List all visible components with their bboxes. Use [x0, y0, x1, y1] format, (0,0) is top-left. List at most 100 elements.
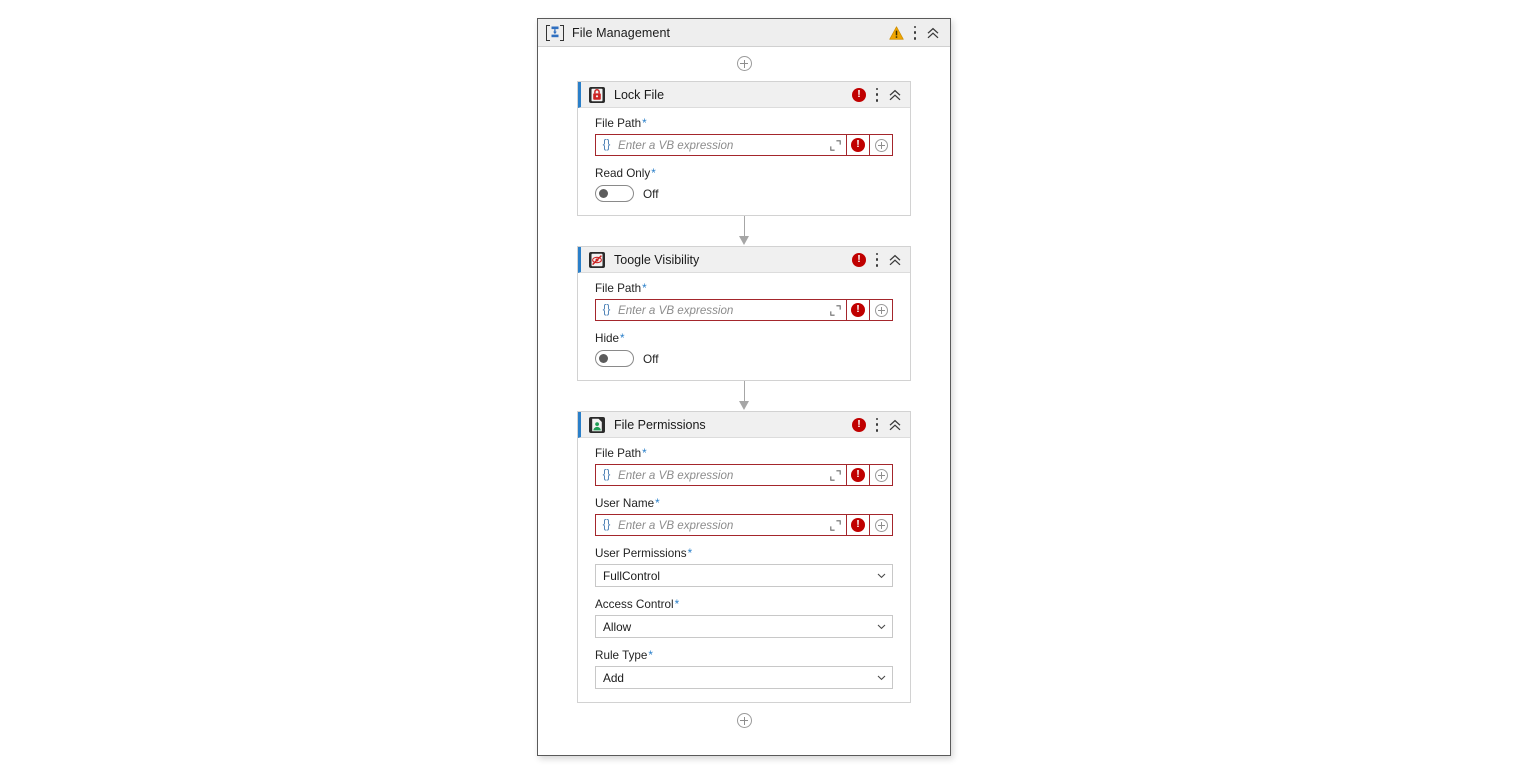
activity-title: Toogle Visibility — [614, 252, 700, 267]
flow-connector — [739, 216, 749, 246]
add-activity-bottom-button[interactable] — [736, 713, 752, 728]
field-label: Hide* — [595, 332, 893, 345]
expression-input-file-path[interactable]: {} Enter a VB expression ! — [595, 299, 893, 321]
expand-editor-icon[interactable] — [824, 135, 846, 155]
toggle-hide[interactable] — [595, 350, 634, 367]
toggle-row: Off — [595, 185, 893, 202]
field-read-only: Read Only* Off — [595, 167, 893, 202]
error-badge-icon[interactable]: ! — [852, 87, 866, 102]
field-hide: Hide* Off — [595, 332, 893, 367]
activity-card-lock-file[interactable]: Lock File ! File Path* {} Enter a VB exp… — [577, 81, 911, 216]
required-marker: * — [655, 497, 660, 510]
select-rule-type[interactable]: Add — [595, 666, 893, 689]
error-badge-icon[interactable]: ! — [851, 303, 865, 317]
sequence-container: File Management Lock File ! File Path* {… — [537, 18, 951, 756]
expression-brace-icon: {} — [602, 304, 611, 316]
activity-header[interactable]: File Permissions ! — [578, 412, 910, 438]
field-label-text: User Permissions — [595, 547, 687, 560]
field-label-text: Access Control — [595, 598, 674, 611]
add-value-button[interactable] — [870, 300, 892, 320]
expression-placeholder-text[interactable]: Enter a VB expression — [617, 465, 824, 485]
expression-placeholder-text[interactable]: Enter a VB expression — [617, 515, 824, 535]
error-badge-icon[interactable]: ! — [852, 252, 866, 267]
double-chevron-up-icon[interactable] — [888, 253, 902, 267]
warning-triangle-icon[interactable] — [889, 25, 904, 40]
required-marker: * — [648, 649, 653, 662]
add-value-button[interactable] — [870, 135, 892, 155]
field-label-text: Rule Type — [595, 649, 648, 662]
activity-card-toogle-visibility[interactable]: Toogle Visibility ! File Path* {} Enter … — [577, 246, 911, 381]
kebab-menu-icon[interactable] — [913, 25, 917, 40]
expand-editor-icon[interactable] — [824, 300, 846, 320]
page-title: File Management — [572, 25, 671, 40]
toggle-state-label: Off — [643, 186, 659, 201]
required-marker: * — [642, 117, 647, 130]
double-chevron-up-icon[interactable] — [888, 88, 902, 102]
field-label: Read Only* — [595, 167, 893, 180]
add-value-button[interactable] — [870, 515, 892, 535]
expression-placeholder-text[interactable]: Enter a VB expression — [617, 300, 824, 320]
kebab-menu-icon[interactable] — [875, 417, 879, 432]
required-marker: * — [620, 332, 625, 345]
expression-brace-icon: {} — [602, 519, 611, 531]
expression-placeholder-text[interactable]: Enter a VB expression — [617, 135, 824, 155]
field-label: File Path* — [595, 447, 893, 460]
kebab-menu-icon[interactable] — [875, 252, 879, 267]
sequence-header[interactable]: File Management — [538, 19, 950, 47]
expand-editor-icon[interactable] — [824, 465, 846, 485]
select-access-control[interactable]: Allow — [595, 615, 893, 638]
field-label: Access Control* — [595, 598, 893, 611]
lock-file-icon — [589, 86, 605, 103]
select-user-permissions[interactable]: FullControl — [595, 564, 893, 587]
chevron-down-icon[interactable] — [877, 622, 886, 631]
activity-header[interactable]: Toogle Visibility ! — [578, 247, 910, 273]
field-label: File Path* — [595, 117, 893, 130]
error-badge-icon[interactable]: ! — [851, 518, 865, 532]
chevron-down-icon[interactable] — [877, 571, 886, 580]
expression-input-user-name[interactable]: {} Enter a VB expression ! — [595, 514, 893, 536]
field-error-icon[interactable]: ! — [847, 515, 869, 535]
required-marker: * — [674, 598, 680, 611]
required-marker: * — [642, 447, 647, 460]
error-badge-icon[interactable]: ! — [851, 138, 865, 152]
double-chevron-up-icon[interactable] — [888, 418, 902, 432]
activity-title: File Permissions — [614, 417, 706, 432]
field-file-path: File Path* {} Enter a VB expression ! — [595, 117, 893, 156]
add-value-button[interactable] — [870, 465, 892, 485]
chevron-down-icon[interactable] — [877, 673, 886, 682]
field-user-permissions: User Permissions* FullControl — [595, 547, 893, 587]
field-error-icon[interactable]: ! — [847, 465, 869, 485]
field-label: File Path* — [595, 282, 893, 295]
add-activity-top-button[interactable] — [736, 56, 752, 71]
field-label-text: File Path — [595, 282, 642, 295]
toggle-read-only[interactable] — [595, 185, 634, 202]
field-rule-type: Rule Type* Add — [595, 649, 893, 689]
expression-brace-icon: {} — [602, 469, 611, 481]
activity-header[interactable]: Lock File ! — [578, 82, 910, 108]
select-value: Add — [603, 670, 624, 685]
expression-input-file-path[interactable]: {} Enter a VB expression ! — [595, 134, 893, 156]
field-label: Rule Type* — [595, 649, 893, 662]
activity-title: Lock File — [614, 87, 665, 102]
field-file-path: File Path* {} Enter a VB expression ! — [595, 282, 893, 321]
field-error-icon[interactable]: ! — [847, 135, 869, 155]
error-badge-icon[interactable]: ! — [851, 468, 865, 482]
activity-body: File Path* {} Enter a VB expression — [578, 438, 910, 702]
activity-card-file-permissions[interactable]: File Permissions ! File Path* {} Enter a… — [577, 411, 911, 703]
required-marker: * — [651, 167, 656, 180]
error-badge-icon[interactable]: ! — [852, 417, 866, 432]
expand-editor-icon[interactable] — [824, 515, 846, 535]
kebab-menu-icon[interactable] — [875, 87, 879, 102]
field-label-text: User Name — [595, 497, 655, 510]
expression-input-file-path[interactable]: {} Enter a VB expression ! — [595, 464, 893, 486]
field-user-name: User Name* {} Enter a VB expression ! — [595, 497, 893, 536]
select-value: FullControl — [603, 568, 661, 583]
required-marker: * — [642, 282, 647, 295]
field-error-icon[interactable]: ! — [847, 300, 869, 320]
field-label: User Permissions* — [595, 547, 893, 560]
double-chevron-up-icon[interactable] — [926, 26, 940, 40]
flow-connector — [739, 381, 749, 411]
field-access-control: Access Control* Allow — [595, 598, 893, 638]
designer-canvas: File Management Lock File ! File Path* {… — [0, 0, 1517, 782]
sequence-body: Lock File ! File Path* {} Enter a VB exp… — [538, 47, 950, 755]
